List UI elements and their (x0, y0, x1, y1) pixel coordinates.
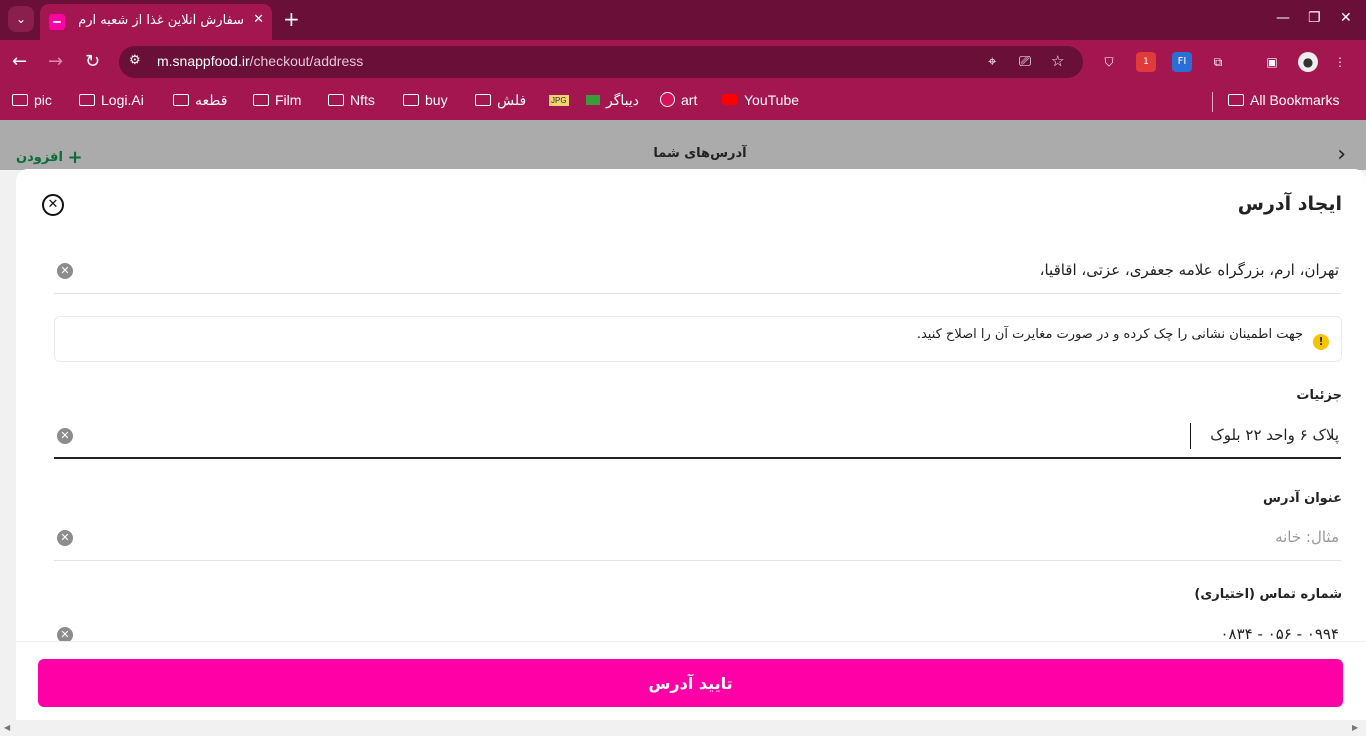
add-address-button[interactable]: افزودن + (16, 147, 83, 168)
side-panel-icon[interactable]: ▣ (1262, 52, 1282, 72)
folder-icon (253, 94, 269, 106)
notice-text: جهت اطمینان نشانی را چک کرده و در صورت م… (916, 327, 1303, 342)
details-label: جزئیات (1296, 388, 1342, 403)
reload-icon[interactable]: ↻ (85, 51, 100, 72)
new-tab-icon[interactable]: + (283, 8, 300, 30)
clear-icon[interactable]: ✕ (57, 263, 73, 279)
tab-active[interactable]: سفارش آنلاین غذا از شعبه ارم ✕ (40, 4, 272, 40)
jpg-pdf-icon[interactable]: JPG (549, 95, 569, 106)
tab-strip: ⌄ سفارش آنلاین غذا از شعبه ارم ✕ + — ❐ ✕ (0, 0, 1366, 40)
page-title: آدرس‌های شما (653, 146, 747, 161)
bookmark-pic[interactable]: pic (12, 92, 52, 108)
folder-icon (12, 94, 28, 106)
folder-icon (1228, 94, 1244, 106)
addresses-header: افزودن + آدرس‌های شما › (0, 120, 1366, 170)
clear-icon[interactable]: ✕ (57, 530, 73, 546)
bookmark-flash[interactable]: فلش (475, 92, 526, 109)
address-title-field[interactable]: ✕ (54, 519, 1341, 561)
modal-footer: تایید آدرس (16, 641, 1366, 721)
page: افزودن + آدرس‌های شما › ▲ ▲ ▼ ایجاد آدرس… (0, 120, 1366, 736)
horizontal-scrollbar[interactable]: ◀ ▶ (0, 720, 1366, 736)
bookmark-art[interactable]: art (660, 92, 697, 108)
tab-search-icon[interactable]: ⌄ (8, 6, 34, 32)
close-icon[interactable]: ✕ (42, 194, 64, 216)
bookmark-youtube[interactable]: YouTube (722, 92, 799, 108)
bookmark-star-icon[interactable]: ☆ (1051, 52, 1064, 70)
url-domain: m.snappfood.ir (157, 53, 250, 69)
tab-title: سفارش آنلاین غذا از شعبه ارم (78, 13, 244, 28)
details-input[interactable] (139, 426, 1339, 444)
browser-toolbar: ← → ↻ ⚙ m.snappfood.ir/checkout/address … (0, 40, 1366, 84)
folder-icon (328, 94, 344, 106)
add-address-label: افزودن (16, 150, 63, 165)
extensions-puzzle-icon[interactable]: ⧉ (1208, 52, 1228, 72)
address-notice: ! جهت اطمینان نشانی را چک کرده و در صورت… (54, 316, 1342, 362)
address-input[interactable] (139, 261, 1339, 279)
modal-title: ایجاد آدرس (1237, 193, 1342, 215)
bookmark-debugger[interactable]: دیباگر (586, 92, 639, 109)
bookmarks-bar: pic Logi.Ai قطعه Film Nfts buy فلش JPG د… (0, 84, 1366, 120)
address-title-label: عنوان آدرس (1263, 491, 1342, 506)
all-bookmarks[interactable]: All Bookmarks (1228, 92, 1339, 108)
bookmark-nfts[interactable]: Nfts (328, 92, 375, 108)
bookmark-ghete[interactable]: قطعه (173, 92, 227, 109)
window-close-icon[interactable]: ✕ (1340, 10, 1352, 26)
tab-close-icon[interactable]: ✕ (253, 12, 264, 27)
forward-icon[interactable]: → (48, 51, 63, 72)
bookmark-film[interactable]: Film (253, 92, 301, 108)
warning-icon: ! (1313, 334, 1329, 350)
dribbble-icon (660, 92, 675, 107)
adblock-extension-icon[interactable]: 1 (1136, 52, 1156, 72)
plus-icon: + (67, 147, 83, 168)
folder-icon (475, 94, 491, 106)
phone-input[interactable] (139, 625, 1339, 641)
restore-icon[interactable]: ❐ (1308, 10, 1321, 26)
scroll-left-icon[interactable]: ◀ (4, 723, 10, 732)
site-info-icon[interactable]: ⚙ (129, 53, 141, 68)
folder-icon (173, 94, 189, 106)
folder-icon (403, 94, 419, 106)
location-icon[interactable]: ⌖ (988, 52, 996, 70)
folder-icon (79, 94, 95, 106)
phone-field[interactable]: ✕ (54, 616, 1341, 641)
adblock-badge: 1 (1143, 57, 1149, 67)
address-bar[interactable]: ⚙ m.snappfood.ir/checkout/address ⌖ ⎚ ☆ (119, 46, 1083, 78)
text-caret (1190, 423, 1191, 449)
shield-extension-icon[interactable]: ⛉ (1099, 52, 1119, 72)
bookmark-logiai[interactable]: Logi.Ai (79, 92, 144, 108)
create-address-modal: ایجاد آدرس ✕ ✕ ! جهت اطمینان نشانی را چک… (16, 169, 1366, 720)
back-icon[interactable]: ← (12, 51, 27, 72)
clear-icon[interactable]: ✕ (57, 627, 73, 641)
install-app-icon[interactable]: ⎚ (1019, 52, 1031, 70)
details-field[interactable]: ✕ (54, 417, 1341, 459)
snappfood-favicon-icon (49, 14, 65, 30)
url-text[interactable]: m.snappfood.ir/checkout/address (157, 53, 363, 69)
address-title-input[interactable] (139, 528, 1339, 546)
bookmarks-divider (1212, 92, 1213, 112)
youtube-icon (722, 94, 738, 105)
url-path: /checkout/address (249, 53, 364, 69)
fi-extension-icon[interactable]: FI (1172, 52, 1192, 72)
chevron-right-icon[interactable]: › (1337, 142, 1346, 167)
debugger-icon (586, 95, 600, 105)
clear-icon[interactable]: ✕ (57, 428, 73, 444)
address-field[interactable]: ✕ (54, 252, 1341, 294)
confirm-address-button[interactable]: تایید آدرس (38, 659, 1343, 707)
minimize-icon[interactable]: — (1276, 10, 1290, 26)
menu-kebab-icon[interactable]: ⋮ (1330, 52, 1350, 72)
scroll-right-icon[interactable]: ▶ (1352, 723, 1358, 732)
bookmark-buy[interactable]: buy (403, 92, 448, 108)
phone-label: شماره تماس (اختیاری) (1194, 587, 1342, 602)
profile-avatar-icon[interactable]: ● (1298, 52, 1318, 72)
